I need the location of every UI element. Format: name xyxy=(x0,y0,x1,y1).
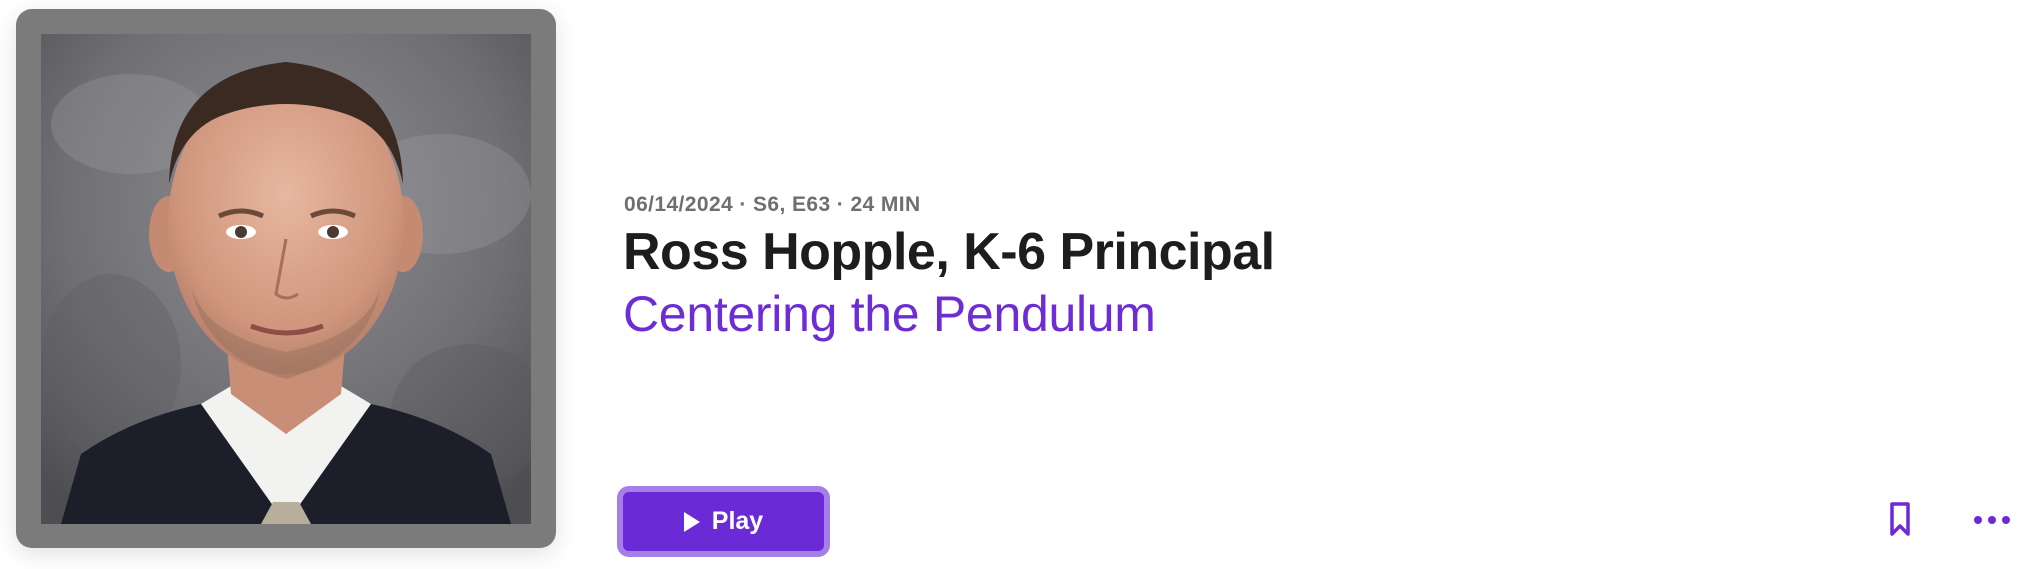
episode-artwork xyxy=(41,34,531,524)
play-button-label: Play xyxy=(711,507,764,535)
episode-date: 06/14/2024 xyxy=(624,193,734,216)
episode-meta: 06/14/2024 · S6, E63 · 24 MIN xyxy=(624,193,921,217)
play-button[interactable]: Play xyxy=(617,486,830,557)
play-icon xyxy=(683,511,700,532)
episode-season-episode: S6, E63 xyxy=(753,193,831,216)
episode-title: Ross Hopple, K-6 Principal xyxy=(623,223,1275,281)
meta-separator: · xyxy=(739,193,747,216)
show-name-link[interactable]: Centering the Pendulum xyxy=(623,285,1156,343)
episode-header: 06/14/2024 · S6, E63 · 24 MIN Ross Hoppl… xyxy=(0,0,2028,569)
episode-duration: 24 MIN xyxy=(850,193,921,216)
bookmark-icon xyxy=(1890,502,1910,536)
episode-artwork-frame xyxy=(16,9,556,548)
more-icon xyxy=(1974,516,2010,524)
bookmark-button[interactable] xyxy=(1880,498,1920,542)
more-options-button[interactable] xyxy=(1968,506,2016,534)
meta-separator: · xyxy=(836,193,845,216)
portrait-photo xyxy=(41,34,531,524)
